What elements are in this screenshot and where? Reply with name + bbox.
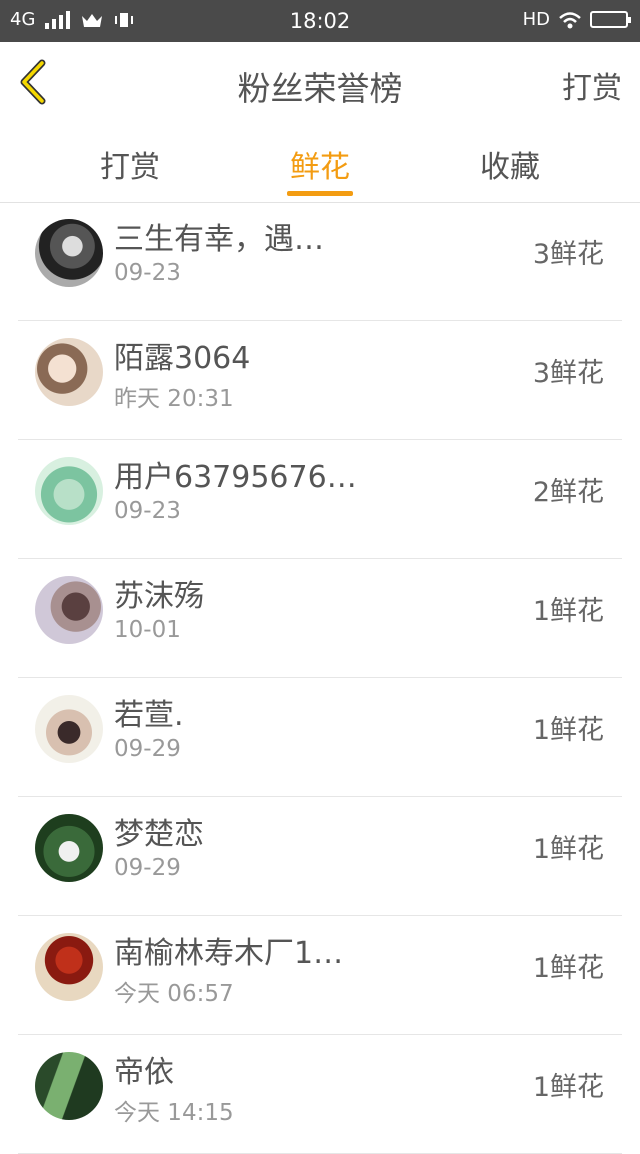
battery-icon (590, 11, 631, 28)
fan-name: 用户63795676… (114, 460, 357, 495)
fan-name: 三生有幸，遇… (114, 222, 324, 257)
tab-flowers[interactable]: 鲜花 (250, 142, 390, 186)
flower-count: 1鲜花 (532, 715, 604, 746)
fan-name: 梦楚恋 (114, 817, 204, 852)
flower-count: 2鲜花 (532, 477, 604, 508)
avatar[interactable] (35, 338, 103, 406)
fan-date: 今天 14:15 (114, 1100, 234, 1126)
hd-label: HD (522, 9, 550, 30)
avatar[interactable] (35, 576, 103, 644)
flower-count: 1鲜花 (532, 953, 604, 984)
active-tab-indicator (287, 191, 353, 196)
status-right: HD (522, 9, 631, 30)
nav-bar: 粉丝荣誉榜 打赏 (0, 42, 640, 123)
wifi-icon (559, 11, 581, 28)
fan-name: 若萱. (114, 698, 184, 733)
fan-name: 苏沫殇 (114, 579, 204, 614)
flower-count: 1鲜花 (532, 596, 604, 627)
status-bar: 4G 18:02 HD (0, 0, 640, 42)
flower-count: 1鲜花 (532, 1072, 604, 1103)
fan-name: 帝依 (114, 1055, 174, 1090)
flower-count: 3鲜花 (532, 239, 604, 270)
fan-date: 09-29 (114, 855, 181, 881)
reward-button[interactable]: 打赏 (562, 63, 622, 107)
avatar[interactable] (35, 219, 103, 287)
list-item[interactable]: 三生有幸，遇… 09-23 3鲜花 (18, 202, 622, 321)
fan-date: 09-23 (114, 498, 181, 524)
tab-bar: 打赏 鲜花 收藏 (0, 122, 640, 203)
list-item[interactable]: 南榆林寿木厂1… 今天 06:57 1鲜花 (18, 916, 622, 1035)
avatar[interactable] (35, 695, 103, 763)
page-title: 粉丝荣誉榜 (237, 69, 403, 108)
avatar[interactable] (35, 1052, 103, 1120)
list-item[interactable]: 帝依 今天 14:15 1鲜花 (18, 1035, 622, 1154)
avatar[interactable] (35, 457, 103, 525)
fan-date: 昨天 20:31 (114, 386, 234, 412)
fan-date: 今天 06:57 (114, 981, 234, 1007)
fan-date: 09-29 (114, 736, 181, 762)
fan-date: 09-23 (114, 260, 181, 286)
avatar[interactable] (35, 933, 103, 1001)
fan-name: 陌露3064 (114, 341, 251, 376)
list-item[interactable]: 用户63795676… 09-23 2鲜花 (18, 440, 622, 559)
list-item[interactable]: 陌露3064 昨天 20:31 3鲜花 (18, 321, 622, 440)
tab-favorites[interactable]: 收藏 (440, 142, 580, 186)
fan-list: 三生有幸，遇… 09-23 3鲜花 陌露3064 昨天 20:31 3鲜花 用户… (0, 202, 640, 1154)
tab-reward[interactable]: 打赏 (60, 142, 200, 186)
flower-count: 1鲜花 (532, 834, 604, 865)
flower-count: 3鲜花 (532, 358, 604, 389)
list-item[interactable]: 苏沫殇 10-01 1鲜花 (18, 559, 622, 678)
list-item[interactable]: 若萱. 09-29 1鲜花 (18, 678, 622, 797)
fan-date: 10-01 (114, 617, 181, 643)
avatar[interactable] (35, 814, 103, 882)
fan-name: 南榆林寿木厂1… (114, 936, 344, 971)
list-item[interactable]: 梦楚恋 09-29 1鲜花 (18, 797, 622, 916)
